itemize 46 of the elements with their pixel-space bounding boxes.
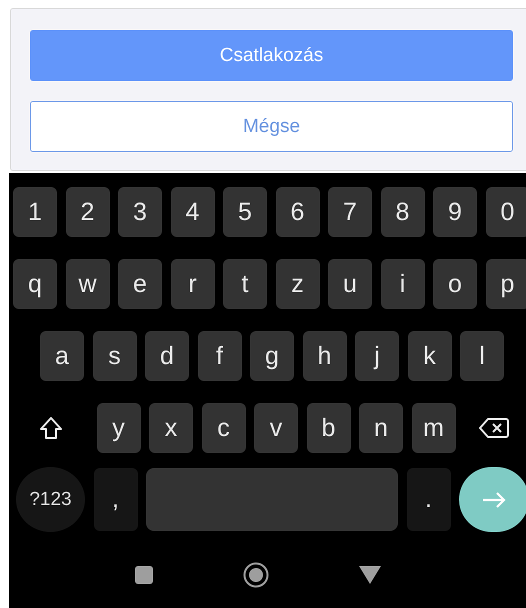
symbols-key[interactable]: ?123 bbox=[16, 467, 85, 532]
home-icon[interactable] bbox=[242, 562, 268, 588]
keyboard-key[interactable]: x bbox=[149, 403, 193, 453]
keyboard-key[interactable]: a bbox=[40, 331, 84, 381]
keyboard-key[interactable]: 4 bbox=[170, 187, 214, 237]
arrow-icon bbox=[481, 490, 507, 508]
keyboard-key[interactable]: m bbox=[412, 403, 456, 453]
enter-key[interactable] bbox=[459, 467, 526, 532]
keyboard-key[interactable]: r bbox=[170, 259, 214, 309]
keyboard-key[interactable]: t bbox=[223, 259, 267, 309]
keyboard-key[interactable]: s bbox=[92, 331, 136, 381]
keyboard-key[interactable]: 5 bbox=[223, 187, 267, 237]
backspace-icon[interactable] bbox=[479, 417, 509, 439]
keyboard-key[interactable]: d bbox=[145, 331, 189, 381]
keyboard-key[interactable]: 1 bbox=[13, 187, 57, 237]
keyboard-key[interactable]: c bbox=[202, 403, 246, 453]
keyboard-key[interactable]: o bbox=[433, 259, 477, 309]
keyboard-key[interactable]: 2 bbox=[66, 187, 110, 237]
keyboard-key[interactable]: f bbox=[198, 331, 242, 381]
keyboard-key[interactable]: l bbox=[460, 331, 504, 381]
keyboard-key[interactable]: b bbox=[306, 403, 350, 453]
keyboard-key[interactable]: 3 bbox=[118, 187, 162, 237]
keyboard-key[interactable]: 7 bbox=[328, 187, 372, 237]
keyboard-key[interactable]: q bbox=[13, 259, 57, 309]
keyboard-key[interactable]: u bbox=[328, 259, 372, 309]
recents-icon[interactable] bbox=[134, 566, 152, 584]
keyboard-key[interactable]: w bbox=[66, 259, 110, 309]
keyboard-key[interactable]: 6 bbox=[276, 187, 320, 237]
keyboard-key[interactable]: i bbox=[380, 259, 424, 309]
keyboard-key[interactable]: 0 bbox=[486, 187, 526, 237]
keyboard-key[interactable]: v bbox=[254, 403, 298, 453]
keyboard-key[interactable]: 8 bbox=[380, 187, 424, 237]
keyboard-key[interactable]: j bbox=[355, 331, 399, 381]
keyboard-key[interactable]: n bbox=[359, 403, 403, 453]
keyboard-key[interactable]: 9 bbox=[433, 187, 477, 237]
keyboard-key[interactable]: h bbox=[302, 331, 346, 381]
back-icon[interactable] bbox=[358, 566, 380, 584]
keyboard-key[interactable]: z bbox=[276, 259, 320, 309]
keyboard-key[interactable]: k bbox=[408, 331, 452, 381]
keyboard-key[interactable]: . bbox=[406, 468, 450, 531]
keyboard-key[interactable]: g bbox=[250, 331, 294, 381]
shift-icon[interactable] bbox=[38, 415, 64, 441]
keyboard-key[interactable]: p bbox=[486, 259, 526, 309]
keyboard-key[interactable]: y bbox=[96, 403, 140, 453]
keyboard-key[interactable]: e bbox=[118, 259, 162, 309]
keyboard-key[interactable]: , bbox=[94, 468, 138, 531]
